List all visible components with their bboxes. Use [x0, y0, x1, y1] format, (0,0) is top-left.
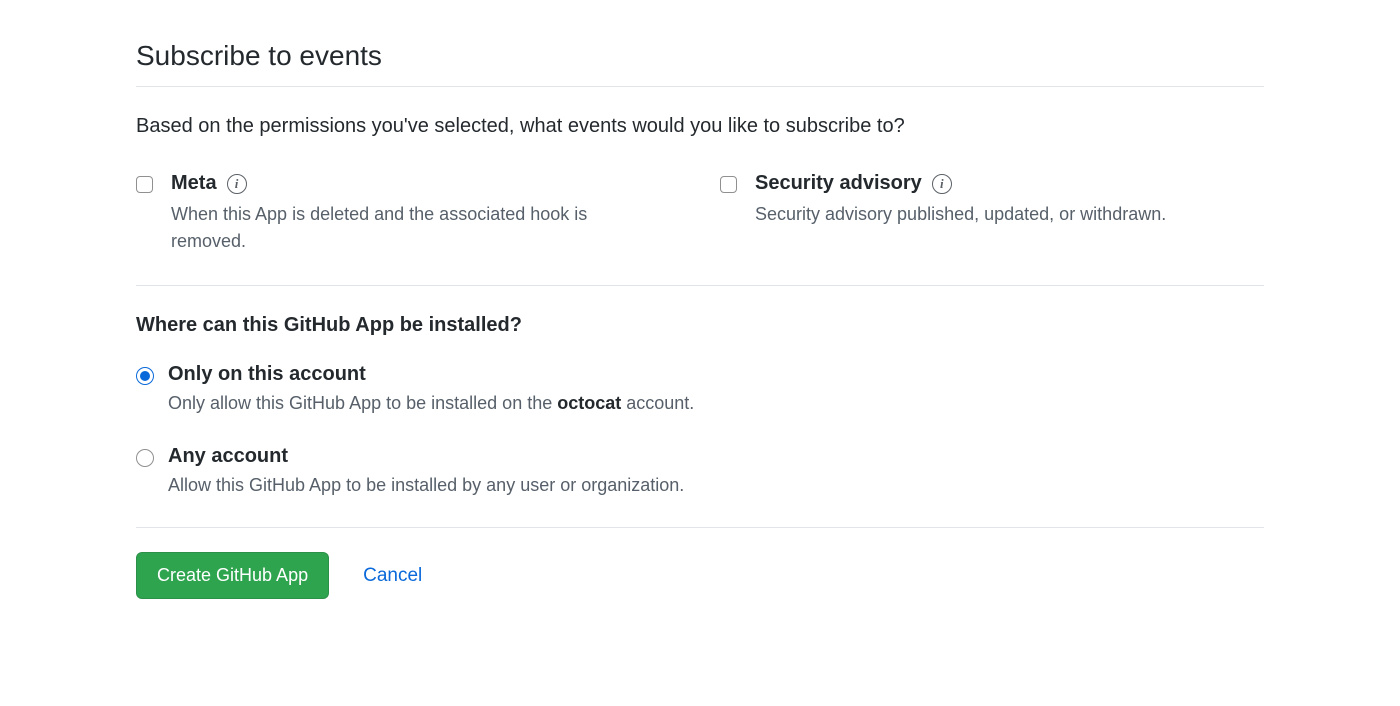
checkbox-meta[interactable]: [136, 176, 153, 193]
event-meta-title: Meta: [171, 172, 217, 195]
radio-only-this-account-desc: Only allow this GitHub App to be install…: [168, 390, 1264, 417]
checkbox-security-advisory[interactable]: [720, 176, 737, 193]
info-icon[interactable]: i: [932, 174, 952, 194]
actions-row: Create GitHub App Cancel: [136, 552, 1264, 599]
event-security-advisory: Security advisory i Security advisory pu…: [720, 172, 1264, 228]
event-meta: Meta i When this App is deleted and the …: [136, 172, 680, 255]
section-title: Subscribe to events: [136, 40, 1264, 86]
event-security-advisory-desc: Security advisory published, updated, or…: [755, 201, 1215, 228]
radio-input-only-this-account[interactable]: [136, 367, 154, 385]
radio-input-any-account[interactable]: [136, 449, 154, 467]
events-row: Meta i When this App is deleted and the …: [136, 172, 1264, 255]
radio-any-account-title: Any account: [168, 445, 1264, 468]
divider: [136, 86, 1264, 87]
radio-only-this-account-title: Only on this account: [168, 363, 1264, 386]
desc-suffix: account.: [621, 393, 694, 413]
create-github-app-button[interactable]: Create GitHub App: [136, 552, 329, 599]
event-meta-desc: When this App is deleted and the associa…: [171, 201, 631, 255]
event-security-advisory-title: Security advisory: [755, 172, 922, 195]
info-icon[interactable]: i: [227, 174, 247, 194]
radio-any-account-desc: Allow this GitHub App to be installed by…: [168, 472, 1264, 499]
cancel-link[interactable]: Cancel: [363, 565, 422, 587]
radio-any-account[interactable]: Any account Allow this GitHub App to be …: [136, 445, 1264, 499]
install-heading: Where can this GitHub App be installed?: [136, 314, 1264, 337]
divider: [136, 285, 1264, 286]
section-intro: Based on the permissions you've selected…: [136, 115, 1264, 138]
divider: [136, 527, 1264, 528]
desc-prefix: Only allow this GitHub App to be install…: [168, 393, 557, 413]
radio-only-this-account[interactable]: Only on this account Only allow this Git…: [136, 363, 1264, 417]
account-name: octocat: [557, 393, 621, 413]
